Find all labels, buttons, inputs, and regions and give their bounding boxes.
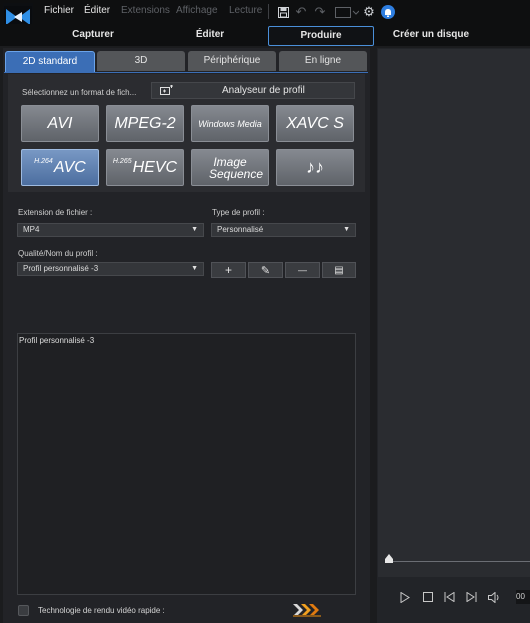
file-extension-label: Extension de fichier : (18, 208, 93, 217)
redo-icon[interactable]: ↷ (313, 4, 327, 20)
profile-details-button[interactable]: ▤ (322, 262, 356, 278)
format-image-seq-line1: Image (213, 154, 247, 169)
format-avc-label: AVC (53, 158, 86, 176)
mode-edit-tab[interactable]: Éditer (157, 26, 263, 44)
remove-profile-button[interactable]: — (285, 262, 320, 278)
profile-type-dropdown[interactable]: Personnalisé ▼ (211, 223, 356, 237)
add-profile-button[interactable]: + (211, 262, 246, 278)
quality-profile-value: Profil personnalisé -3 (23, 264, 99, 273)
profile-description-box (17, 333, 356, 595)
format-image-sequence-button[interactable]: Image Sequence (191, 149, 269, 186)
file-extension-value: MP4 (23, 225, 40, 234)
menu-bar (0, 0, 530, 24)
minus-icon: — (298, 265, 307, 275)
mode-create-disc-tab[interactable]: Créer un disque (382, 26, 480, 44)
chevron-down-icon: ▼ (343, 226, 350, 233)
tab-underline (4, 72, 368, 73)
chevron-down-icon: ▼ (191, 265, 198, 272)
analyzer-label: Analyseur de profil (222, 85, 305, 96)
previous-frame-icon[interactable] (442, 590, 456, 604)
format-hevc-label: HEVC (132, 158, 178, 176)
format-hevc-codec: H.265 (112, 158, 132, 165)
scrubber-handle[interactable] (385, 554, 393, 563)
settings-gear-icon[interactable]: ⚙ (362, 4, 376, 20)
format-xavc-s-button[interactable]: XAVC S (276, 105, 354, 142)
format-windows-media-button[interactable]: Windows Media (191, 105, 269, 142)
next-frame-icon[interactable] (464, 590, 478, 604)
menu-divider (268, 4, 269, 19)
timecode-display: 00 (516, 590, 530, 604)
format-xavc-label: XAVC S (286, 114, 344, 132)
format-prompt-label: Sélectionnez un format de fich... (22, 88, 137, 97)
playback-scrubber[interactable] (388, 561, 530, 562)
profile-analyzer-button[interactable]: Analyseur de profil (151, 82, 355, 99)
format-image-seq-line2: Sequence (208, 166, 264, 181)
tab-online[interactable]: En ligne (279, 51, 367, 71)
play-icon[interactable] (398, 590, 412, 604)
format-avi-button[interactable]: AVI (21, 105, 99, 142)
chevron-down-icon: ▼ (191, 226, 198, 233)
menu-edit[interactable]: Éditer (84, 5, 110, 16)
hardware-acceleration-icon (293, 603, 323, 617)
mode-produce-tab[interactable]: Produire (268, 26, 374, 46)
format-wmv-label: Windows Media (198, 118, 262, 129)
preview-screen (378, 49, 530, 577)
profile-type-value: Personnalisé (217, 225, 264, 234)
fast-render-label: Technologie de rendu vidéo rapide : (38, 606, 165, 615)
tab-device[interactable]: Périphérique (188, 51, 276, 71)
format-audio-button[interactable]: ♪♪ (276, 149, 354, 186)
tab-2d-standard[interactable]: 2D standard (5, 51, 95, 73)
menu-file[interactable]: Fichier (44, 5, 74, 16)
edit-profile-button[interactable]: ✎ (248, 262, 283, 278)
menu-view[interactable]: Affichage (176, 5, 218, 16)
format-avc-codec: H.264 (34, 158, 53, 165)
tab-3d[interactable]: 3D (97, 51, 185, 71)
quality-profile-dropdown[interactable]: Profil personnalisé -3 ▼ (17, 262, 204, 276)
music-note-icon: ♪♪ (306, 157, 324, 177)
profile-description-text: Profil personnalisé -3 (19, 336, 95, 345)
format-mpeg2-button[interactable]: MPEG-2 (106, 105, 184, 142)
format-mpeg2-label: MPEG-2 (114, 114, 176, 132)
format-hevc-button[interactable]: H.265 HEVC (106, 149, 184, 186)
profile-type-label: Type de profil : (212, 208, 265, 217)
menu-playback[interactable]: Lecture (229, 5, 262, 16)
undo-icon[interactable]: ↶ (294, 4, 308, 20)
quality-profile-label: Qualité/Nom du profil : (18, 249, 98, 258)
details-list-icon: ▤ (334, 264, 344, 276)
stop-icon[interactable] (421, 590, 435, 604)
plus-icon: + (224, 263, 232, 277)
volume-icon[interactable] (487, 590, 501, 604)
file-extension-dropdown[interactable]: MP4 ▼ (17, 223, 204, 237)
pencil-icon: ✎ (260, 264, 271, 277)
format-avc-button[interactable]: H.264 AVC (21, 149, 99, 186)
save-icon[interactable] (276, 4, 290, 20)
notification-bell-icon[interactable] (381, 5, 395, 19)
format-avi-label: AVI (47, 114, 73, 132)
menu-plugins[interactable]: Extensions (121, 5, 170, 16)
aspect-ratio-icon[interactable] (334, 4, 360, 20)
fast-render-checkbox[interactable] (18, 605, 29, 616)
mode-capture-tab[interactable]: Capturer (40, 26, 146, 44)
analyzer-icon (160, 85, 174, 95)
